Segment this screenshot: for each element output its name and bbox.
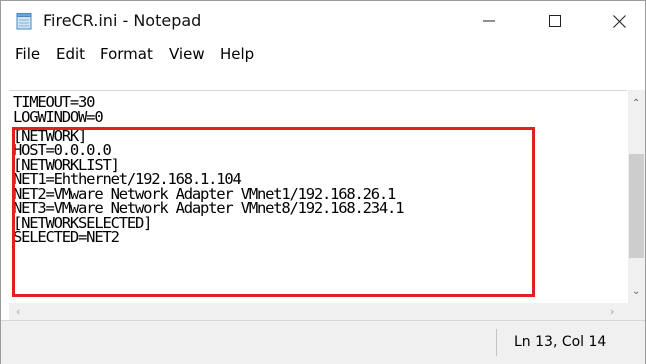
window-title: FireCR.ini - Notepad bbox=[43, 11, 202, 30]
editor-line: LOGWINDOW=0 bbox=[13, 107, 104, 126]
minimize-icon bbox=[483, 20, 495, 22]
menu-format[interactable]: Format bbox=[100, 45, 153, 63]
menu-bar: File Edit Format View Help bbox=[1, 41, 645, 67]
status-bar: Ln 13, Col 14 bbox=[1, 320, 645, 364]
scroll-right-icon[interactable]: › bbox=[610, 305, 614, 318]
text-editor[interactable]: TIMEOUT=30 LOGWINDOW=0 [NETWORK] HOST=0.0.0… bbox=[9, 90, 627, 304]
scroll-down-icon[interactable]: ⌄ bbox=[632, 286, 640, 297]
status-divider bbox=[496, 329, 497, 356]
menu-file[interactable]: File bbox=[15, 45, 40, 63]
notepad-window: FireCR.ini - Notepad File Edit Format Vi… bbox=[0, 0, 646, 364]
editor-line: SELECTED=NET2 bbox=[13, 228, 120, 246]
maximize-button[interactable] bbox=[527, 1, 583, 41]
title-bar[interactable]: FireCR.ini - Notepad bbox=[1, 1, 645, 41]
cursor-position: Ln 13, Col 14 bbox=[514, 334, 607, 350]
menu-view[interactable]: View bbox=[169, 45, 205, 63]
vertical-scroll-thumb[interactable] bbox=[629, 154, 644, 258]
notepad-icon bbox=[16, 13, 32, 30]
menu-help[interactable]: Help bbox=[220, 45, 254, 63]
maximize-icon bbox=[549, 15, 561, 27]
scrollbar-corner bbox=[628, 303, 645, 320]
minimize-button[interactable] bbox=[461, 1, 517, 41]
scroll-left-icon[interactable]: ‹ bbox=[16, 305, 20, 318]
close-button[interactable] bbox=[591, 1, 646, 41]
close-icon bbox=[612, 14, 626, 28]
vertical-scrollbar[interactable]: ⌃ ⌄ bbox=[628, 90, 645, 303]
editor-content[interactable]: TIMEOUT=30 LOGWINDOW=0 [NETWORK] HOST=0.0.0… bbox=[13, 95, 405, 246]
horizontal-scrollbar[interactable]: ‹ › bbox=[9, 303, 628, 320]
scroll-up-icon[interactable]: ⌃ bbox=[632, 98, 640, 109]
menu-edit[interactable]: Edit bbox=[56, 45, 85, 63]
